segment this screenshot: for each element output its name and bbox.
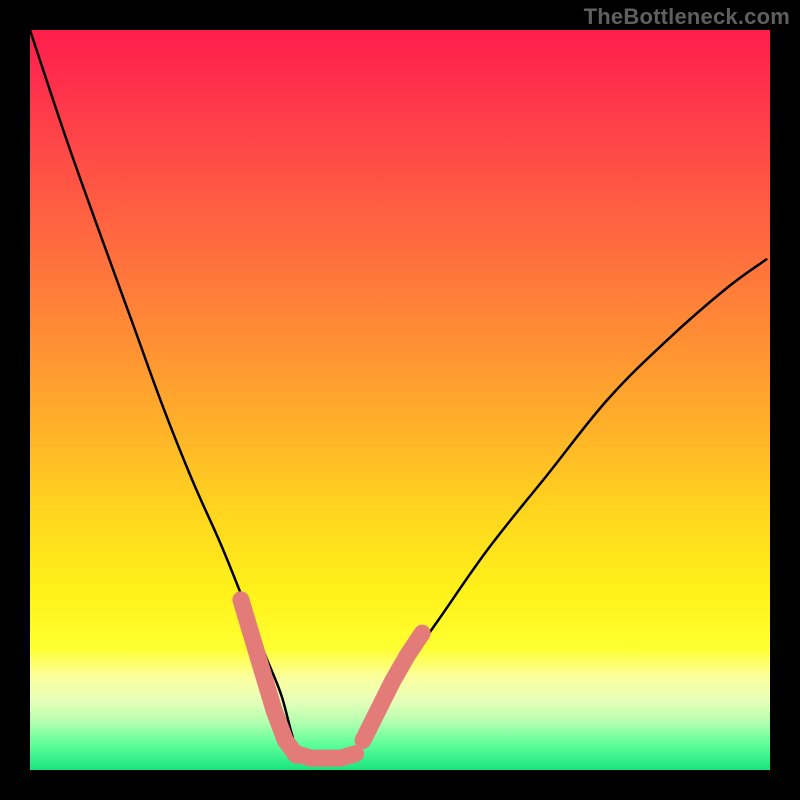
watermark-text: TheBottleneck.com [584, 4, 790, 30]
outer-black-frame: TheBottleneck.com [0, 0, 800, 800]
valley-floor [296, 754, 355, 758]
bottleneck-chart [30, 30, 770, 770]
